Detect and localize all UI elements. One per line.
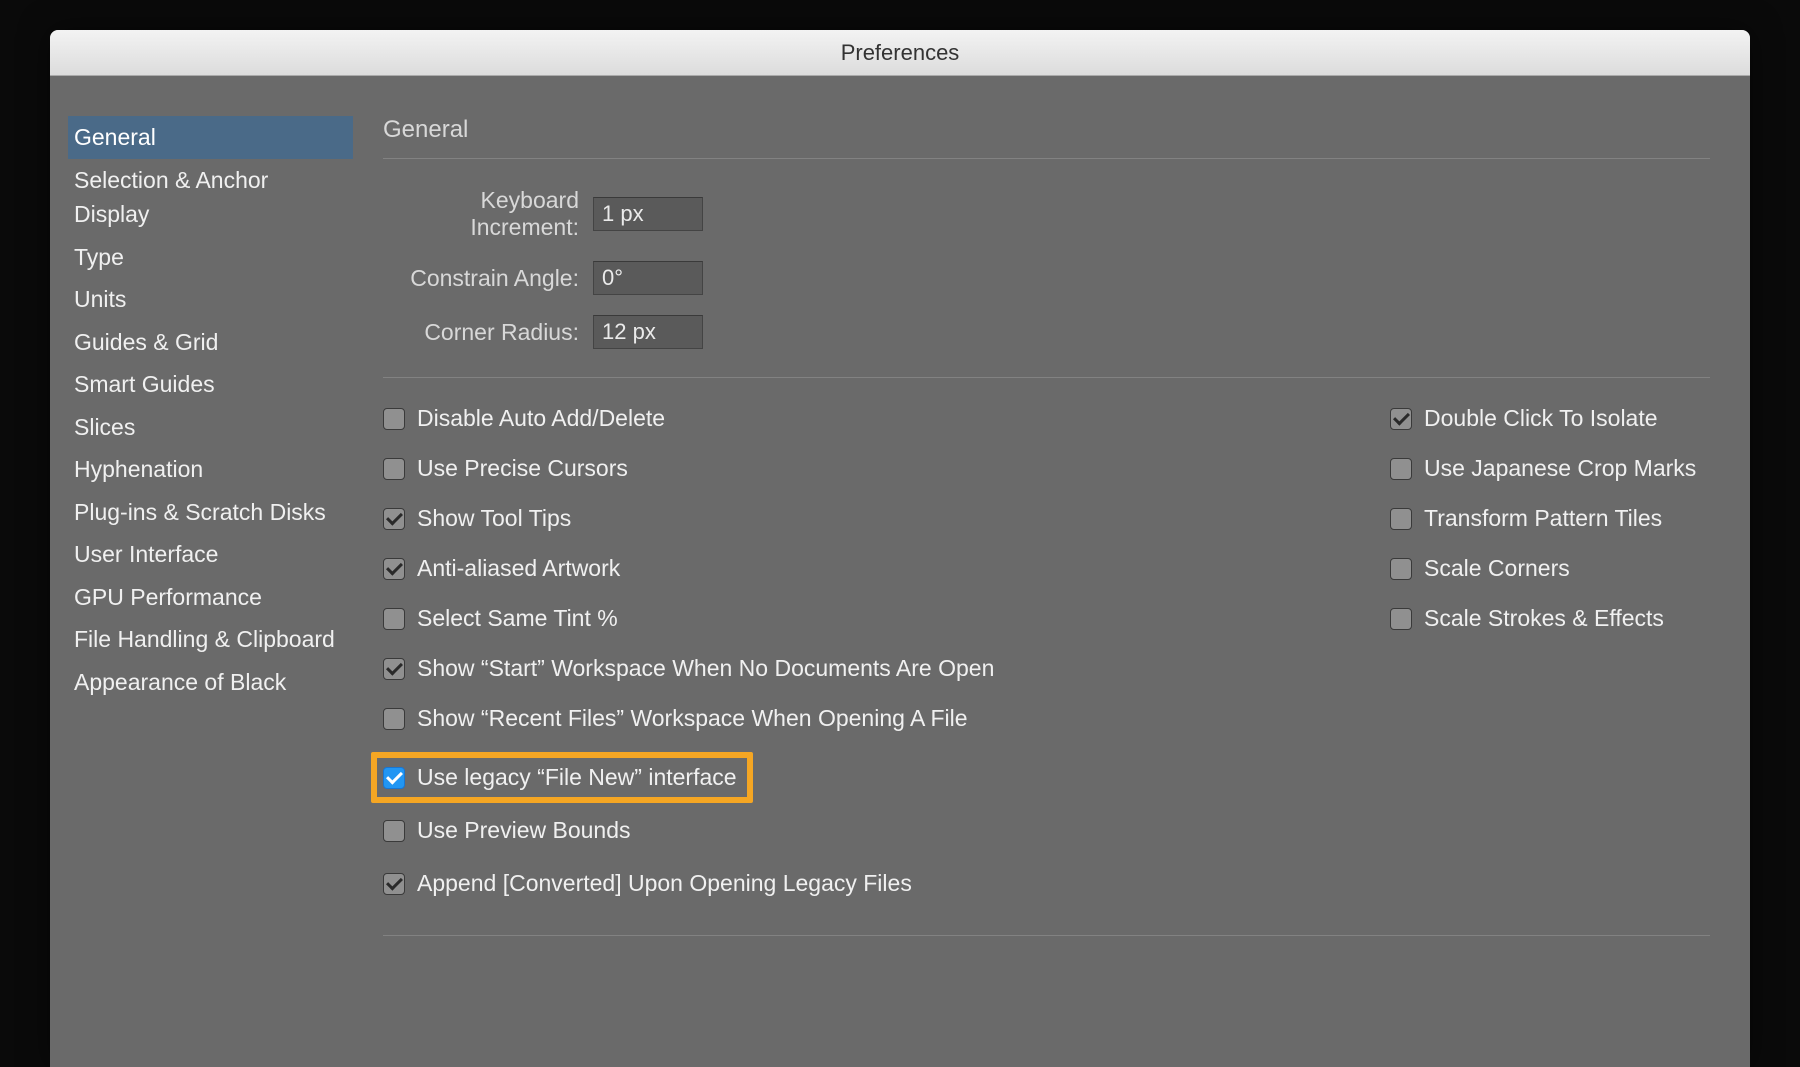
checkbox-icon <box>1390 458 1412 480</box>
checkbox-scale-strokes-effects[interactable]: Scale Strokes & Effects <box>1390 602 1710 635</box>
sidebar-item-type[interactable]: Type <box>68 236 353 279</box>
checkbox-double-click-isolate[interactable]: Double Click To Isolate <box>1390 402 1710 435</box>
checkbox-icon <box>383 708 405 730</box>
checkbox-label: Use legacy “File New” interface <box>417 764 737 791</box>
checkbox-japanese-crop-marks[interactable]: Use Japanese Crop Marks <box>1390 452 1710 485</box>
sidebar: General Selection & Anchor Display Type … <box>68 116 353 1067</box>
sidebar-item-appearance-black[interactable]: Appearance of Black <box>68 661 353 704</box>
checkbox-disable-auto-add-delete[interactable]: Disable Auto Add/Delete <box>383 402 1330 435</box>
checkbox-column-left: Disable Auto Add/Delete Use Precise Curs… <box>383 402 1330 917</box>
main-panel: General Keyboard Increment: Constrain An… <box>383 116 1720 1067</box>
checkbox-icon <box>383 608 405 630</box>
panel-title: General <box>383 116 1710 159</box>
checkbox-area: Disable Auto Add/Delete Use Precise Curs… <box>383 402 1710 917</box>
checkbox-label: Disable Auto Add/Delete <box>417 405 665 432</box>
sidebar-item-gpu-performance[interactable]: GPU Performance <box>68 576 353 619</box>
checkbox-icon <box>383 558 405 580</box>
checkbox-icon <box>383 873 405 895</box>
field-constrain-angle: Constrain Angle: <box>383 261 1710 295</box>
checkbox-label: Use Preview Bounds <box>417 817 631 844</box>
highlight-use-legacy-file-new: Use legacy “File New” interface <box>371 752 753 803</box>
checkbox-use-precise-cursors[interactable]: Use Precise Cursors <box>383 452 1330 485</box>
checkbox-use-legacy-file-new[interactable]: Use legacy “File New” interface <box>383 764 737 791</box>
general-fields: Keyboard Increment: Constrain Angle: Cor… <box>383 187 1710 349</box>
checkbox-icon <box>1390 608 1412 630</box>
checkbox-label: Select Same Tint % <box>417 605 618 632</box>
checkbox-select-same-tint[interactable]: Select Same Tint % <box>383 602 1330 635</box>
checkbox-icon <box>383 458 405 480</box>
checkbox-column-right: Double Click To Isolate Use Japanese Cro… <box>1390 402 1710 917</box>
sidebar-item-user-interface[interactable]: User Interface <box>68 533 353 576</box>
checkbox-icon <box>383 408 405 430</box>
checkbox-label: Scale Strokes & Effects <box>1424 605 1664 632</box>
checkbox-transform-pattern-tiles[interactable]: Transform Pattern Tiles <box>1390 502 1710 535</box>
checkbox-icon <box>383 658 405 680</box>
checkbox-icon <box>1390 508 1412 530</box>
checkbox-label: Use Precise Cursors <box>417 455 628 482</box>
sidebar-item-slices[interactable]: Slices <box>68 406 353 449</box>
checkbox-label: Use Japanese Crop Marks <box>1424 455 1696 482</box>
corner-radius-label: Corner Radius: <box>383 319 593 346</box>
sidebar-item-guides-grid[interactable]: Guides & Grid <box>68 321 353 364</box>
checkbox-label: Double Click To Isolate <box>1424 405 1658 432</box>
sidebar-item-hyphenation[interactable]: Hyphenation <box>68 448 353 491</box>
checkbox-use-preview-bounds[interactable]: Use Preview Bounds <box>383 814 1330 847</box>
checkbox-icon <box>383 508 405 530</box>
sidebar-item-smart-guides[interactable]: Smart Guides <box>68 363 353 406</box>
checkbox-label: Show Tool Tips <box>417 505 571 532</box>
checkbox-label: Anti-aliased Artwork <box>417 555 620 582</box>
checkbox-icon <box>1390 408 1412 430</box>
window-title: Preferences <box>841 40 960 66</box>
sidebar-item-units[interactable]: Units <box>68 278 353 321</box>
sidebar-item-selection-anchor[interactable]: Selection & Anchor Display <box>68 159 353 236</box>
checkbox-append-converted[interactable]: Append [Converted] Upon Opening Legacy F… <box>383 867 1330 900</box>
field-keyboard-increment: Keyboard Increment: <box>383 187 1710 241</box>
checkbox-show-tool-tips[interactable]: Show Tool Tips <box>383 502 1330 535</box>
checkbox-label: Show “Start” Workspace When No Documents… <box>417 655 994 682</box>
sidebar-item-plugins-scratch[interactable]: Plug-ins & Scratch Disks <box>68 491 353 534</box>
constrain-angle-label: Constrain Angle: <box>383 265 593 292</box>
window-content: General Selection & Anchor Display Type … <box>50 76 1750 1067</box>
checkbox-icon <box>383 820 405 842</box>
divider <box>383 935 1710 936</box>
checkbox-label: Transform Pattern Tiles <box>1424 505 1662 532</box>
checkbox-scale-corners[interactable]: Scale Corners <box>1390 552 1710 585</box>
corner-radius-input[interactable] <box>593 315 703 349</box>
sidebar-item-general[interactable]: General <box>68 116 353 159</box>
checkbox-show-start-workspace[interactable]: Show “Start” Workspace When No Documents… <box>383 652 1330 685</box>
window-titlebar: Preferences <box>50 30 1750 76</box>
checkbox-icon <box>383 767 405 789</box>
divider <box>383 377 1710 378</box>
field-corner-radius: Corner Radius: <box>383 315 1710 349</box>
sidebar-item-file-handling-clipboard[interactable]: File Handling & Clipboard <box>68 618 353 661</box>
preferences-window: Preferences General Selection & Anchor D… <box>50 30 1750 1067</box>
constrain-angle-input[interactable] <box>593 261 703 295</box>
keyboard-increment-input[interactable] <box>593 197 703 231</box>
checkbox-show-recent-files-workspace[interactable]: Show “Recent Files” Workspace When Openi… <box>383 702 1330 735</box>
keyboard-increment-label: Keyboard Increment: <box>383 187 593 241</box>
checkbox-anti-aliased-artwork[interactable]: Anti-aliased Artwork <box>383 552 1330 585</box>
checkbox-label: Show “Recent Files” Workspace When Openi… <box>417 705 968 732</box>
checkbox-label: Append [Converted] Upon Opening Legacy F… <box>417 870 912 897</box>
checkbox-icon <box>1390 558 1412 580</box>
checkbox-label: Scale Corners <box>1424 555 1570 582</box>
